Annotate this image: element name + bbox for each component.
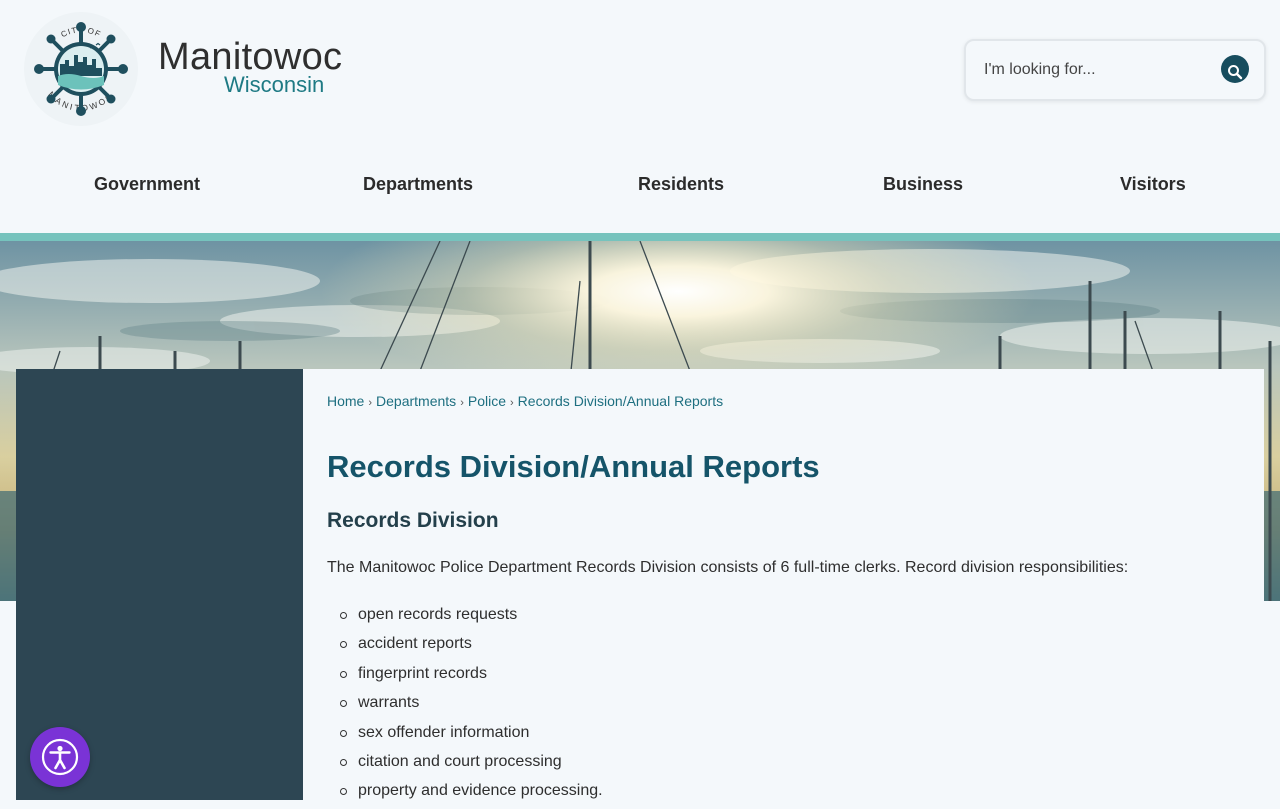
list-item: accident reports xyxy=(327,632,603,661)
search-button[interactable] xyxy=(1221,55,1249,83)
list-item: open records requests xyxy=(327,603,603,632)
nav-item-residents[interactable]: Residents xyxy=(638,174,724,195)
breadcrumb-separator: › xyxy=(510,397,514,409)
accessibility-icon xyxy=(41,738,79,776)
responsibilities-list: open records requests accident reports f… xyxy=(327,603,603,809)
search-input[interactable] xyxy=(984,57,1204,83)
intro-paragraph: The Manitowoc Police Department Records … xyxy=(327,559,1129,576)
list-item: fingerprint records xyxy=(327,662,603,691)
bullet-icon xyxy=(340,729,347,737)
list-item: citation and court processing xyxy=(327,750,603,779)
page-title: Records Division/Annual Reports xyxy=(327,449,820,484)
bullet-icon xyxy=(340,612,347,619)
bullet-icon xyxy=(340,670,347,678)
bullet-icon xyxy=(340,758,347,766)
search-icon xyxy=(1228,65,1243,80)
accessibility-button[interactable] xyxy=(30,727,90,787)
breadcrumb-separator: › xyxy=(368,397,373,409)
list-item: warrants xyxy=(327,691,603,720)
list-item: property and evidence processing. xyxy=(327,779,603,808)
main-nav: Government Departments Residents Busines… xyxy=(0,160,1280,210)
bullet-icon xyxy=(340,641,347,649)
breadcrumb-separator: › xyxy=(460,397,464,409)
nav-item-departments[interactable]: Departments xyxy=(363,174,473,195)
nav-accent-bar xyxy=(0,233,1280,241)
breadcrumb-police[interactable]: Police xyxy=(468,393,506,409)
list-item: sex offender information xyxy=(327,721,603,750)
nav-item-visitors[interactable]: Visitors xyxy=(1120,174,1186,195)
city-seal-logo[interactable]: CITY OF MANITOWOC xyxy=(18,10,144,128)
breadcrumb-current[interactable]: Records Division/Annual Reports xyxy=(518,393,723,409)
breadcrumb: Home › Departments › Police › Records Division… xyxy=(327,393,723,409)
bullet-icon xyxy=(340,788,347,796)
section-heading: Records Division xyxy=(327,509,499,532)
site-header: CITY OF MANITOWOC xyxy=(0,0,1280,233)
breadcrumb-departments[interactable]: Departments xyxy=(376,393,456,409)
search-box xyxy=(964,39,1266,101)
nav-item-government[interactable]: Government xyxy=(94,174,200,195)
site-subtitle: Wisconsin xyxy=(224,72,325,97)
nav-item-business[interactable]: Business xyxy=(883,174,963,195)
main-content: Home › Departments › Police › Records Division… xyxy=(303,369,1264,800)
bullet-icon xyxy=(340,700,347,708)
breadcrumb-home[interactable]: Home xyxy=(327,393,364,409)
